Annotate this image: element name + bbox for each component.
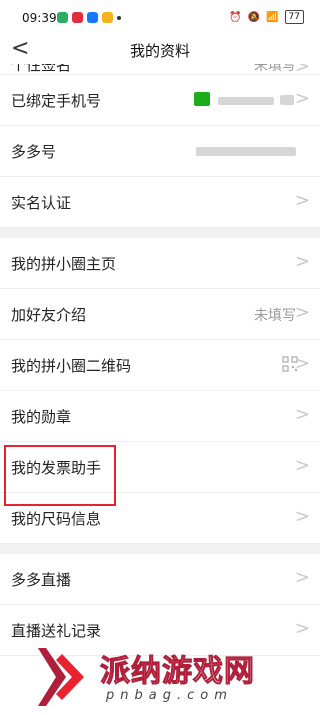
chevron-right-icon: > <box>294 88 310 109</box>
watermark-subtitle: pnbag.com <box>106 688 233 703</box>
row-label: 我的拼小圈主页 <box>11 255 117 273</box>
chevron-right-icon: > <box>294 404 310 425</box>
row-label: 实名认证 <box>11 194 72 212</box>
row-label: 我的拼小圈二维码 <box>11 357 132 375</box>
row-friend-intro[interactable]: 加好友介绍 未填写 > <box>0 289 320 340</box>
chevron-right-icon: > <box>294 506 310 527</box>
row-medals[interactable]: 我的勋章 > <box>0 391 320 442</box>
chevron-right-icon: > <box>294 302 310 323</box>
row-label: 多多直播 <box>11 571 72 589</box>
row-label: 加好友介绍 <box>11 306 87 324</box>
masked-duoduo-id <box>196 147 296 156</box>
profile-list: 个性签名 未填写 > 已绑定手机号 > 多多号 实名认证 > 我的拼小圈主页 >… <box>0 64 320 656</box>
status-bar: 09:39 ⏰ 🔕 📶 77 <box>0 0 320 36</box>
row-label: 已绑定手机号 <box>11 92 102 110</box>
masked-phone-tail <box>280 95 294 105</box>
chevron-right-icon: > <box>294 567 310 588</box>
chevron-right-icon: > <box>294 251 310 272</box>
wifi-icon: 📶 <box>266 11 279 23</box>
chevron-right-icon: > <box>294 190 310 211</box>
row-value: 未填写 <box>254 64 296 74</box>
row-duoduo-id[interactable]: 多多号 <box>0 126 320 177</box>
row-phone[interactable]: 已绑定手机号 > <box>0 75 320 126</box>
section-divider <box>0 228 320 238</box>
highlight-box <box>4 445 116 506</box>
watermark-title: 派纳游戏网 <box>100 654 255 690</box>
chevron-right-icon: > <box>294 64 310 75</box>
mute-icon: 🔕 <box>247 11 261 23</box>
row-signature[interactable]: 个性签名 未填写 > <box>0 64 320 75</box>
row-label: 多多号 <box>11 143 57 161</box>
watermark-logo-icon <box>38 648 84 706</box>
notification-icons <box>57 12 121 23</box>
section-divider <box>0 544 320 554</box>
masked-phone-number <box>218 97 274 105</box>
system-icons: ⏰ 🔕 📶 77 <box>229 10 304 24</box>
row-qr-code[interactable]: 我的拼小圈二维码 > <box>0 340 320 391</box>
row-real-name[interactable]: 实名认证 > <box>0 177 320 228</box>
row-label: 我的尺码信息 <box>11 510 102 528</box>
battery-icon: 77 <box>284 10 304 24</box>
row-label: 个性签名 <box>11 64 72 74</box>
row-pinxiaoquan-home[interactable]: 我的拼小圈主页 > <box>0 238 320 289</box>
alarm-icon: ⏰ <box>229 11 242 23</box>
page-title: 我的资料 <box>129 42 190 60</box>
chevron-right-icon: > <box>294 455 310 476</box>
wechat-notification-icon <box>57 12 68 23</box>
chevron-right-icon: > <box>294 353 310 374</box>
row-value: 未填写 <box>254 308 296 324</box>
app-notification-icon-2 <box>102 12 113 23</box>
site-watermark: 派纳游戏网 pnbag.com <box>0 636 320 715</box>
app-notification-icon <box>72 12 83 23</box>
alipay-notification-icon <box>87 12 98 23</box>
row-live[interactable]: 多多直播 > <box>0 554 320 605</box>
dot-icon <box>117 16 121 20</box>
row-label: 我的勋章 <box>11 408 72 426</box>
status-time: 09:39 <box>22 11 57 25</box>
wechat-icon <box>194 92 210 106</box>
top-nav: < 我的资料 <box>0 36 320 64</box>
